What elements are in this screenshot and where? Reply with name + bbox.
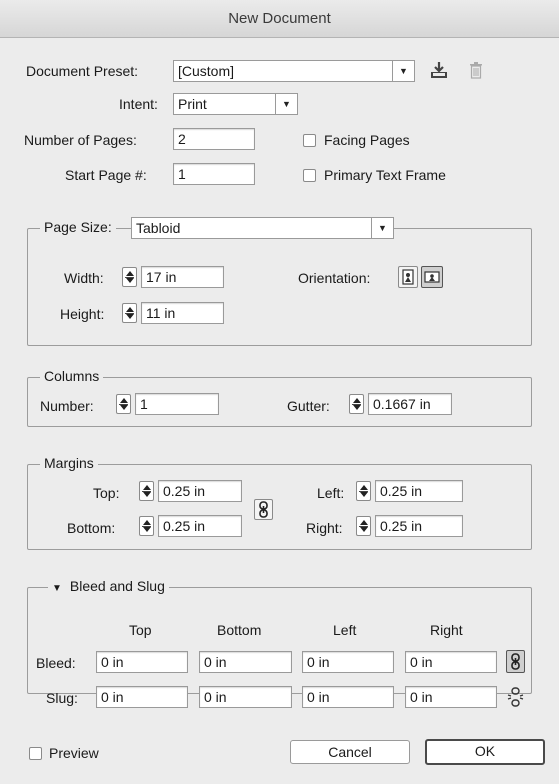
bleed-slug-group [27,587,532,694]
slug-label: Slug: [46,690,78,706]
margin-top-label: Top: [93,485,120,501]
margin-right-input[interactable]: 0.25 in [375,515,463,537]
margin-bottom-label: Bottom: [67,520,116,536]
intent-label: Intent: [119,96,158,112]
width-stepper[interactable] [122,267,137,287]
margin-bottom-input[interactable]: 0.25 in [158,515,242,537]
intent-value: Print [178,96,207,112]
page-size-select[interactable]: Tabloid ▼ [131,217,394,239]
primary-text-frame-label: Primary Text Frame [324,167,446,183]
number-of-pages-input[interactable]: 2 [173,128,255,150]
page-size-group [27,228,532,346]
column-number-stepper[interactable] [116,394,131,414]
width-label: Width: [64,270,104,286]
bleed-bottom-input[interactable]: 0 in [199,651,292,673]
intent-select[interactable]: Print ▼ [173,93,298,115]
window-title: New Document [0,0,559,38]
page-size-label: Page Size: [40,219,116,235]
bleed-chain-link-icon[interactable] [506,650,525,673]
disclosure-triangle-icon: ▼ [52,583,62,594]
portrait-orientation-icon[interactable] [398,266,418,288]
chain-link-icon[interactable] [254,499,273,520]
preset-label: Document Preset: [26,63,139,79]
chevron-down-icon: ▼ [392,61,414,81]
pages-label: Number of Pages: [24,132,137,148]
margin-top-input[interactable]: 0.25 in [158,480,242,502]
slug-broken-link-icon[interactable] [506,686,525,708]
cancel-button[interactable]: Cancel [290,740,410,764]
gutter-input[interactable]: 0.1667 in [368,393,452,415]
width-input[interactable]: 17 in [141,266,224,288]
height-input[interactable]: 11 in [141,302,224,324]
margin-left-stepper[interactable] [356,481,371,501]
facing-pages-checkbox[interactable] [303,134,316,147]
new-document-dialog: New Document Document Preset: [Custom] ▼… [0,0,559,784]
margins-group [27,464,532,550]
save-preset-icon[interactable] [430,60,448,80]
ok-button[interactable]: OK [425,739,545,765]
chevron-down-icon: ▼ [371,218,393,238]
margin-left-label: Left: [317,485,345,501]
preview-checkbox[interactable] [29,747,42,760]
height-stepper[interactable] [122,303,137,323]
preset-select[interactable]: [Custom] ▼ [173,60,415,82]
col-header-left: Left [333,622,357,638]
slug-left-input[interactable]: 0 in [302,686,394,708]
primary-text-frame-checkbox[interactable] [303,169,316,182]
bleed-slug-legend[interactable]: ▼ Bleed and Slug [48,578,169,594]
margin-left-input[interactable]: 0.25 in [375,480,463,502]
bleed-slug-legend-text: Bleed and Slug [69,578,165,594]
gutter-label: Gutter: [287,398,330,414]
page-size-value: Tabloid [136,220,181,236]
landscape-orientation-icon[interactable] [421,266,443,288]
preview-label: Preview [49,745,99,761]
facing-pages-label: Facing Pages [324,132,410,148]
column-number-input[interactable]: 1 [135,393,219,415]
col-header-top: Top [129,622,152,638]
orientation-label: Orientation: [298,270,371,286]
height-label: Height: [60,306,105,322]
columns-legend: Columns [40,368,104,384]
gutter-stepper[interactable] [349,394,364,414]
slug-bottom-input[interactable]: 0 in [199,686,292,708]
slug-right-input[interactable]: 0 in [405,686,497,708]
bleed-left-input[interactable]: 0 in [302,651,394,673]
start-page-input[interactable]: 1 [173,163,255,185]
col-header-bottom: Bottom [217,622,262,638]
columns-group [27,377,532,427]
trash-icon[interactable] [469,61,483,79]
column-number-label: Number: [40,398,94,414]
slug-top-input[interactable]: 0 in [96,686,188,708]
chevron-down-icon: ▼ [275,94,297,114]
margin-right-label: Right: [306,520,343,536]
bleed-label: Bleed: [36,655,76,671]
start-page-label: Start Page #: [65,167,147,183]
preset-value: [Custom] [178,63,235,79]
margins-legend: Margins [40,455,98,471]
col-header-right: Right [430,622,463,638]
margin-top-stepper[interactable] [139,481,154,501]
margin-bottom-stepper[interactable] [139,516,154,536]
bleed-right-input[interactable]: 0 in [405,651,497,673]
bleed-top-input[interactable]: 0 in [96,651,188,673]
margin-right-stepper[interactable] [356,516,371,536]
